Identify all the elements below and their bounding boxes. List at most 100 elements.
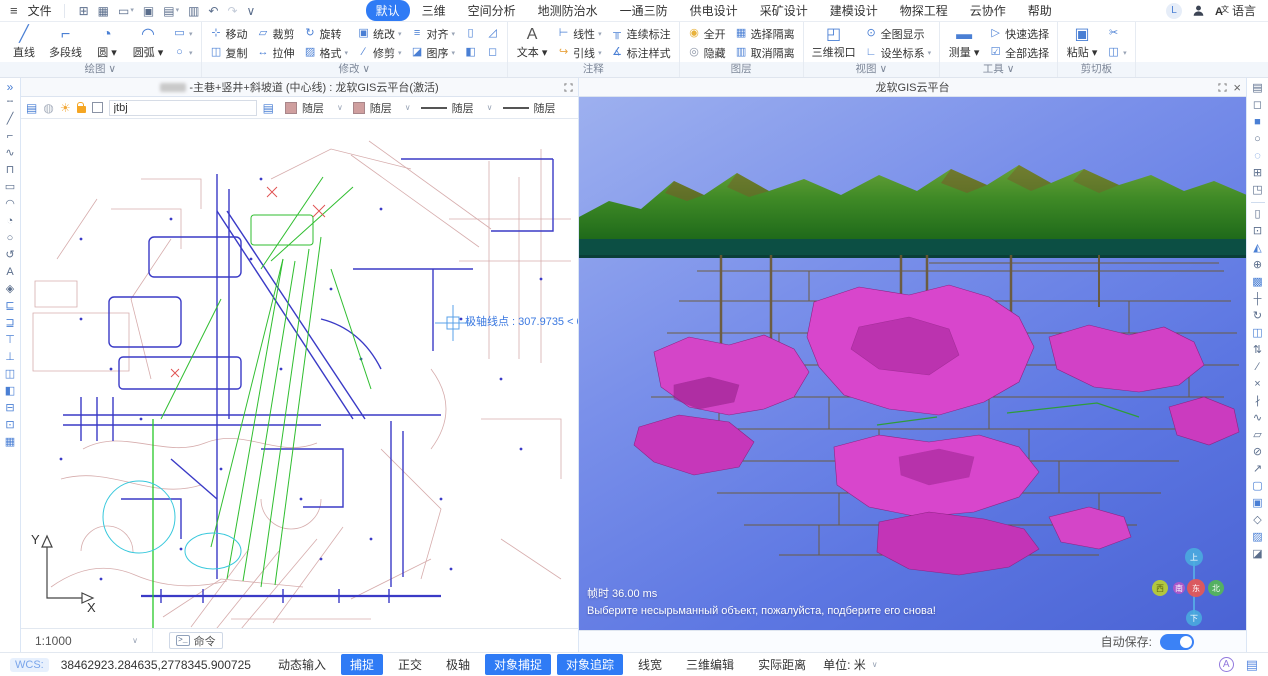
current-layer-input[interactable]: [109, 100, 257, 116]
undo-icon[interactable]: ↶: [208, 5, 218, 17]
trim-button[interactable]: ∕修剪▾: [357, 45, 402, 60]
stamp[interactable]: ⊕: [1253, 257, 1262, 274]
cad-canvas[interactable]: 极轴线点 : 307.9735 < 0°0'0" Y X: [21, 119, 578, 628]
layers-stack-icon[interactable]: ▤: [263, 102, 274, 114]
frame-pick[interactable]: ◻: [1253, 97, 1262, 114]
paste-board-a[interactable]: ▢: [1252, 478, 1262, 495]
status-toggle[interactable]: 捕捉: [341, 654, 383, 675]
fullscreen-icon[interactable]: [564, 83, 573, 92]
polyline-button[interactable]: ⌐多段线: [49, 26, 82, 60]
explode-button[interactable]: ◧: [464, 45, 477, 60]
hide-layer-button[interactable]: ◎隐藏: [688, 45, 726, 60]
zoom-extents-button[interactable]: ⊙全图显示: [865, 26, 932, 41]
format-painter-button[interactable]: ▨格式▾: [304, 45, 349, 60]
rotate-object[interactable]: ↻: [1253, 308, 1262, 325]
copy-button[interactable]: ◫复制: [210, 45, 248, 60]
ellipse-tool[interactable]: ○: [7, 230, 14, 247]
align-bottom[interactable]: ⊥: [5, 349, 15, 366]
line-tool[interactable]: ╱: [7, 111, 14, 128]
continue-dim-button[interactable]: ╥连续标注: [611, 26, 671, 41]
menu-tab[interactable]: 云协作: [960, 0, 1016, 21]
rectangle-tool[interactable]: ▭: [5, 179, 15, 196]
line-button[interactable]: ╱直线: [8, 26, 40, 60]
command-line-button[interactable]: >_ 命令: [169, 632, 223, 649]
status-toggle[interactable]: 对象追踪: [557, 654, 623, 675]
menu-tab[interactable]: 默认: [366, 0, 410, 21]
gizmo-west[interactable]: 西: [1156, 584, 1164, 593]
menu-tab[interactable]: 空间分析: [458, 0, 526, 21]
menu-tab[interactable]: 建模设计: [820, 0, 888, 21]
language-switcher[interactable]: A文 语言: [1215, 2, 1256, 19]
notes-icon[interactable]: ▤: [1246, 657, 1258, 673]
fillet-button[interactable]: ◻: [486, 45, 499, 60]
linear-dim-button[interactable]: ⊢线性▾: [557, 26, 602, 41]
center-target[interactable]: ⊡: [1253, 223, 1262, 240]
gizmo-south[interactable]: 南: [1175, 583, 1183, 593]
mirror[interactable]: ◭: [1253, 240, 1261, 257]
move-object[interactable]: ┼: [1254, 291, 1262, 308]
distribute-horizontal[interactable]: ◧: [5, 383, 15, 400]
hatch-fill[interactable]: ▨: [1252, 529, 1262, 546]
delete-button[interactable]: ▯: [464, 26, 477, 41]
hatch-tool[interactable]: ◈: [6, 281, 14, 298]
gizmo-down[interactable]: 下: [1190, 614, 1198, 623]
distribute-vertical[interactable]: ⊟: [5, 400, 14, 417]
menu-tab[interactable]: 供电设计: [680, 0, 748, 21]
move-button[interactable]: ⊹移动: [210, 26, 248, 41]
save-icon[interactable]: ▣: [143, 5, 154, 17]
status-toggle[interactable]: 实际距离: [749, 654, 815, 675]
assistant-icon[interactable]: A: [1219, 657, 1234, 672]
revcloud-tool[interactable]: ↺: [5, 247, 14, 264]
open-file-icon[interactable]: ▭▾: [118, 5, 134, 17]
break-point[interactable]: ×: [1254, 376, 1260, 393]
gizmo-east[interactable]: 东: [1192, 583, 1200, 593]
set-coordinate-system-button[interactable]: ∟设坐标系▾: [865, 45, 932, 60]
menu-tab[interactable]: 物探工程: [890, 0, 958, 21]
unit-select[interactable]: 单位: 米 ∨: [823, 656, 878, 673]
unisolate-button[interactable]: ▥取消隔离: [735, 45, 795, 60]
align-center[interactable]: ◫: [5, 366, 15, 383]
polyline-tool[interactable]: ⌐: [7, 128, 13, 145]
box-3d[interactable]: ◇: [1253, 512, 1261, 529]
scene-box[interactable]: ◳: [1252, 182, 1262, 199]
menu-tab[interactable]: 一通三防: [610, 0, 678, 21]
leader-line[interactable]: ↗: [1253, 461, 1262, 478]
bylayer-combo-2[interactable]: 随层∨: [348, 99, 416, 116]
scale-select[interactable]: 1:1000 ∨: [21, 629, 153, 652]
status-toggle[interactable]: 极轴: [437, 654, 479, 675]
expand-panel-button[interactable]: »: [7, 80, 14, 94]
layer-color-swatch[interactable]: [92, 102, 103, 113]
file-menu[interactable]: 文件: [28, 2, 52, 19]
circle-button[interactable]: ◔圆 ▾: [91, 26, 123, 60]
isolate-selection-button[interactable]: ▦选择隔离: [735, 26, 795, 41]
orientation-gizmo[interactable]: 上 下 西 南 东 北: [1152, 548, 1224, 626]
status-toggle[interactable]: 动态输入: [269, 654, 335, 675]
gizmo-north[interactable]: 北: [1212, 584, 1220, 593]
new-file-icon[interactable]: ⊞: [79, 5, 89, 17]
rectangle-button[interactable]: ▭▾: [173, 26, 193, 41]
menu-tab[interactable]: 帮助: [1018, 0, 1062, 21]
bylayer-combo-3[interactable]: 随层∨: [416, 99, 498, 116]
all-layers-on-button[interactable]: ◉全开: [688, 26, 726, 41]
menu-tab[interactable]: 地测防治水: [528, 0, 608, 21]
toolbar-more-icon[interactable]: ∨: [247, 5, 256, 17]
layer-sun-icon[interactable]: ☀: [60, 102, 71, 114]
bylayer-combo-4[interactable]: 随层: [498, 99, 561, 116]
chamfer-button[interactable]: ◿: [486, 26, 499, 41]
status-toggle[interactable]: 对象捕捉: [485, 654, 551, 675]
ellipse-button[interactable]: ○▾: [173, 45, 193, 60]
status-toggle[interactable]: 三维编辑: [677, 654, 743, 675]
leader-button[interactable]: ↪引线▾: [557, 45, 602, 60]
block-grid[interactable]: ▩: [1252, 274, 1262, 291]
circle-select[interactable]: ○: [1254, 131, 1261, 148]
paste-board-b[interactable]: ▣: [1252, 495, 1262, 512]
layout-template-icon[interactable]: ▦: [98, 5, 109, 17]
modify-line[interactable]: ⊘: [1253, 444, 1262, 461]
user-initial-badge[interactable]: L: [1166, 3, 1182, 19]
fit-selection[interactable]: ⊡: [5, 417, 14, 434]
align-right[interactable]: ⊒: [5, 315, 14, 332]
draw-order-button[interactable]: ◪图序▾: [411, 45, 456, 60]
stretch-object[interactable]: ⇅: [1253, 342, 1262, 359]
cut-button[interactable]: ✂: [1107, 26, 1127, 41]
copy-object[interactable]: ◫: [1252, 325, 1262, 342]
